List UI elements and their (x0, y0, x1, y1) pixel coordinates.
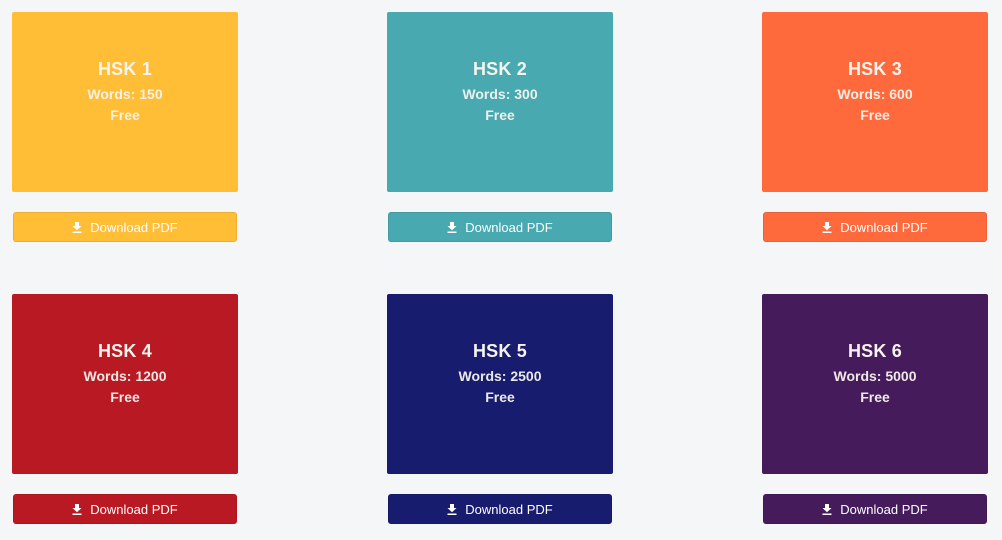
download-icon (822, 221, 832, 233)
download-icon (447, 503, 457, 515)
download-pdf-label: Download PDF (840, 219, 928, 235)
download-icon (72, 503, 82, 515)
hsk-level-item: HSK 2 Words: 300 Free Download PDF (387, 12, 613, 242)
level-word-count: Words: 150 (87, 86, 163, 102)
download-pdf-button[interactable]: Download PDF (388, 494, 612, 524)
download-icon (72, 221, 82, 233)
download-icon (447, 221, 457, 233)
download-pdf-button[interactable]: Download PDF (388, 212, 612, 242)
hsk-level-item: HSK 6 Words: 5000 Free Download PDF (762, 294, 988, 524)
hsk-level-item: HSK 5 Words: 2500 Free Download PDF (387, 294, 613, 524)
download-pdf-button[interactable]: Download PDF (763, 494, 987, 524)
download-pdf-label: Download PDF (465, 219, 553, 235)
level-card[interactable]: HSK 3 Words: 600 Free (762, 12, 988, 192)
level-card[interactable]: HSK 6 Words: 5000 Free (762, 294, 988, 474)
hsk-level-grid: HSK 1 Words: 150 Free Download PDF HSK 2… (0, 0, 1002, 540)
hsk-level-item: HSK 4 Words: 1200 Free Download PDF (12, 294, 238, 524)
download-pdf-button[interactable]: Download PDF (13, 212, 237, 242)
level-title: HSK 3 (847, 59, 902, 79)
level-title: HSK 4 (97, 341, 152, 361)
level-price: Free (860, 107, 890, 123)
level-title: HSK 1 (97, 59, 152, 79)
hsk-level-item: HSK 3 Words: 600 Free Download PDF (762, 12, 988, 242)
level-price: Free (110, 107, 140, 123)
level-price: Free (485, 107, 515, 123)
level-word-count: Words: 300 (462, 86, 538, 102)
level-title: HSK 5 (472, 341, 527, 361)
level-card[interactable]: HSK 5 Words: 2500 Free (387, 294, 613, 474)
level-word-count: Words: 2500 (458, 368, 542, 384)
hsk-level-item: HSK 1 Words: 150 Free Download PDF (12, 12, 238, 242)
download-icon (822, 503, 832, 515)
level-card[interactable]: HSK 1 Words: 150 Free (12, 12, 238, 192)
level-price: Free (485, 389, 515, 405)
download-pdf-button[interactable]: Download PDF (763, 212, 987, 242)
download-pdf-label: Download PDF (90, 219, 178, 235)
level-word-count: Words: 5000 (833, 368, 917, 384)
level-word-count: Words: 1200 (83, 368, 167, 384)
level-word-count: Words: 600 (837, 86, 913, 102)
download-pdf-label: Download PDF (465, 501, 553, 517)
level-title: HSK 6 (847, 341, 902, 361)
download-pdf-label: Download PDF (840, 501, 928, 517)
level-card[interactable]: HSK 4 Words: 1200 Free (12, 294, 238, 474)
level-card[interactable]: HSK 2 Words: 300 Free (387, 12, 613, 192)
level-price: Free (110, 389, 140, 405)
level-title: HSK 2 (472, 59, 527, 79)
level-price: Free (860, 389, 890, 405)
download-pdf-label: Download PDF (90, 501, 178, 517)
download-pdf-button[interactable]: Download PDF (13, 494, 237, 524)
